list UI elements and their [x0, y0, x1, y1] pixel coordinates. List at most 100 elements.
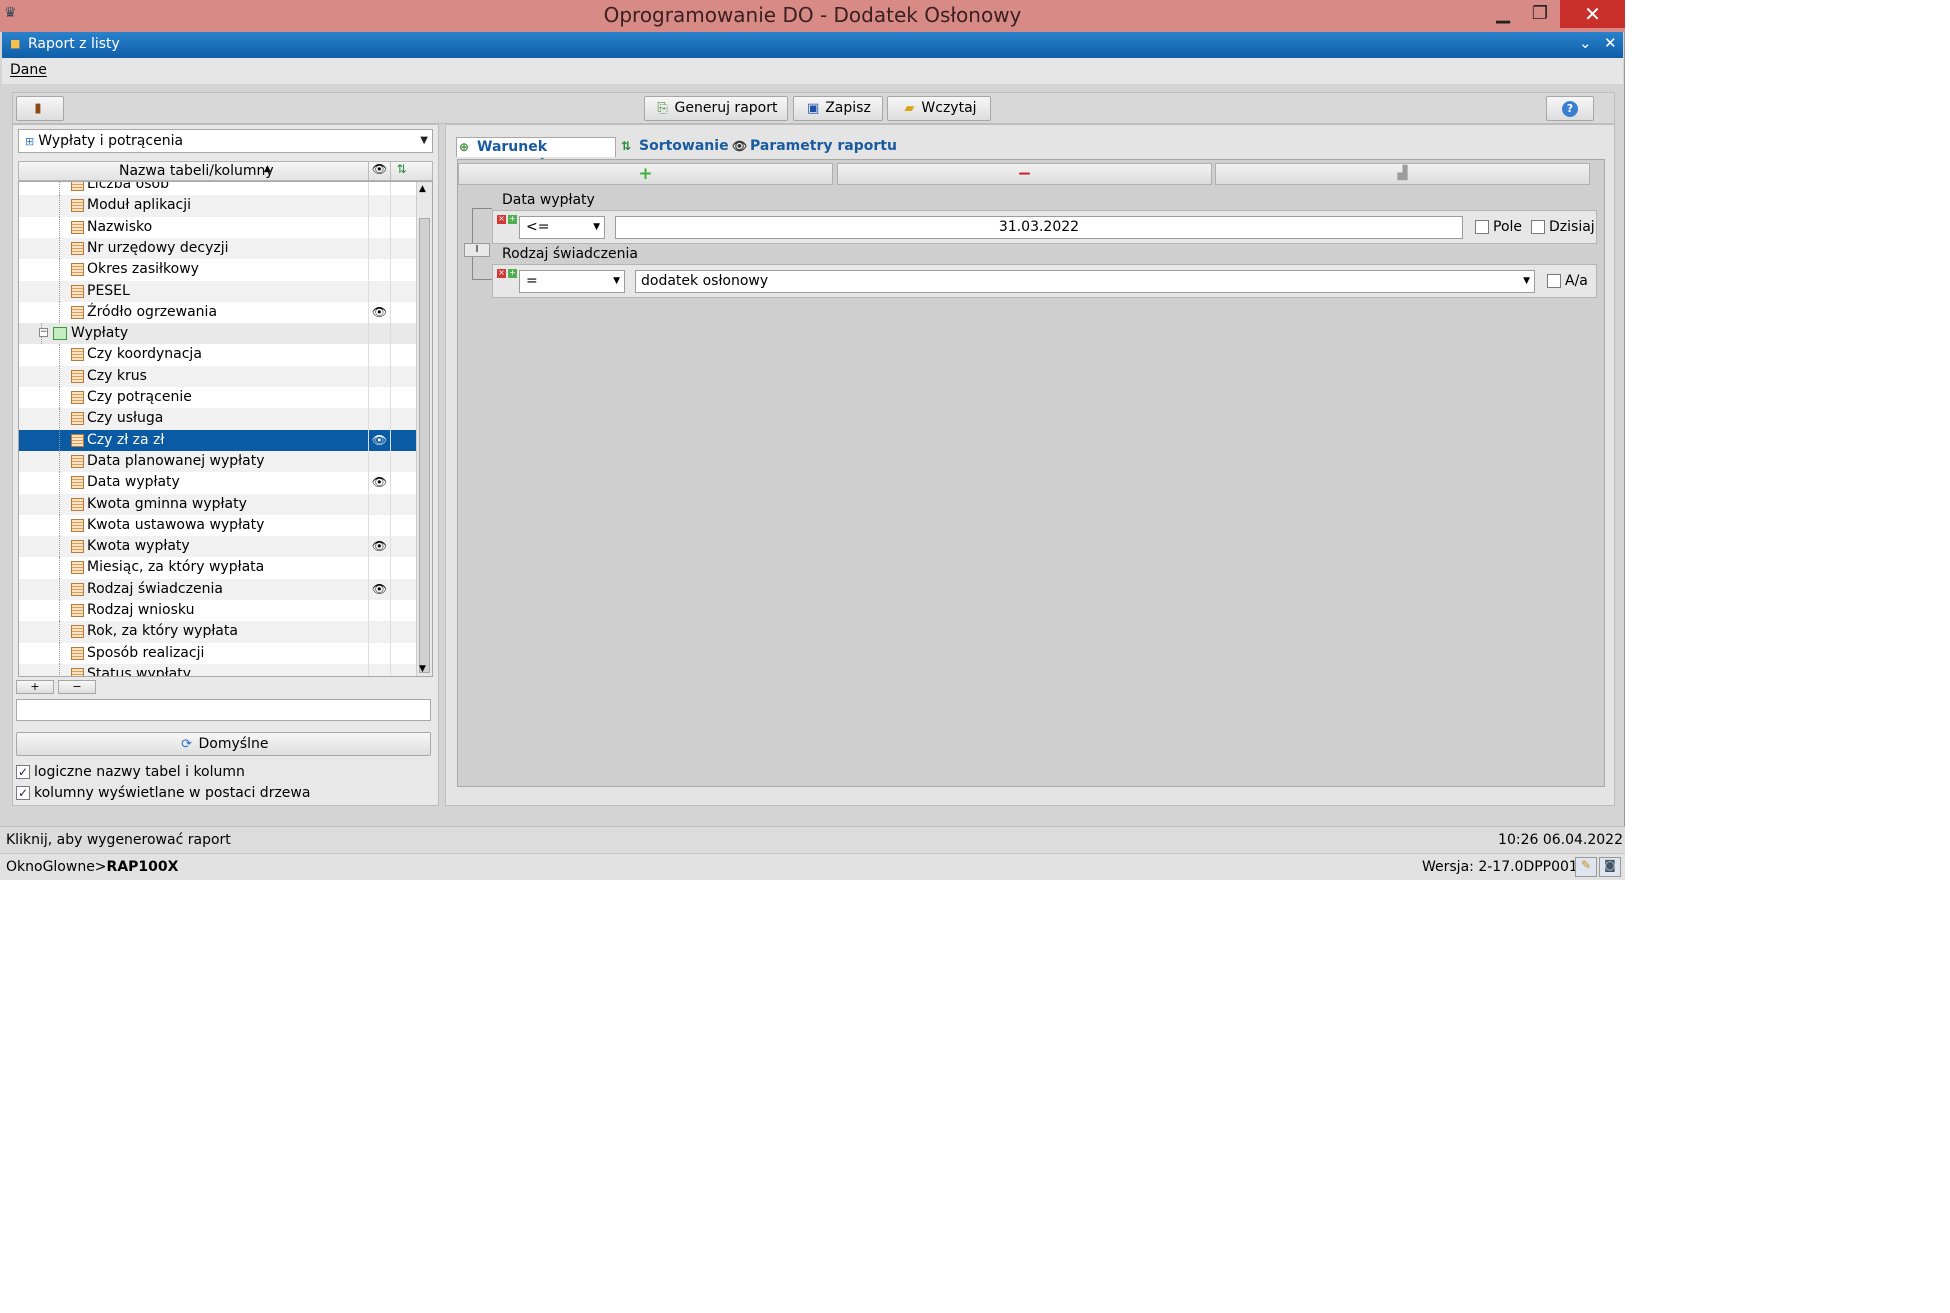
sort-order-cell[interactable] — [390, 259, 391, 281]
sort-order-cell[interactable] — [390, 536, 391, 558]
visibility-toggle[interactable] — [368, 344, 390, 366]
sort-order-cell[interactable] — [390, 600, 391, 622]
sort-order-cell[interactable] — [390, 365, 391, 387]
help-button[interactable]: ? — [1546, 96, 1594, 121]
visibility-toggle[interactable]: 👁 — [368, 472, 390, 494]
sort-order-cell[interactable] — [390, 280, 391, 302]
maximize-button[interactable]: ❐ — [1517, 0, 1563, 28]
tree-row[interactable]: Rodzaj wniosku — [19, 600, 416, 622]
sort-order-cell[interactable] — [390, 621, 391, 643]
sort-order-cell[interactable] — [390, 472, 391, 494]
visibility-toggle[interactable] — [368, 237, 390, 260]
visibility-toggle[interactable] — [368, 182, 390, 196]
logic-operator-button[interactable]: I — [464, 243, 490, 257]
collapse-icon[interactable]: ⌄ — [1579, 34, 1592, 52]
visibility-toggle[interactable] — [368, 323, 390, 345]
tree-row[interactable]: Kwota wypłaty 👁 — [19, 536, 416, 558]
sort-order-cell[interactable] — [390, 493, 391, 515]
default-button[interactable]: ⟳ Domyślne — [16, 732, 431, 756]
tree-row[interactable]: Czy koordynacja — [19, 344, 416, 366]
visibility-toggle[interactable] — [368, 642, 390, 664]
sort-order-cell[interactable] — [390, 557, 391, 579]
close-button[interactable]: ✕ — [1560, 0, 1625, 28]
visibility-toggle[interactable] — [368, 600, 390, 622]
tree-row[interactable]: Moduł aplikacji — [19, 195, 416, 217]
condition1-operator-select[interactable]: <= ▼ — [519, 216, 605, 239]
columns-tree[interactable]: Liczba osób Moduł aplikacji Nazwisko Nr urz… — [18, 181, 433, 677]
remove-condition-button[interactable]: − — [837, 163, 1212, 185]
tree-row[interactable]: Czy potrącenie — [19, 387, 416, 409]
visibility-toggle[interactable]: 👁 — [368, 578, 390, 600]
logical-names-checkbox[interactable]: ✓ — [16, 765, 30, 779]
expand-all-button[interactable]: + — [16, 680, 54, 694]
tree-row[interactable]: Miesiąc, za który wypłata — [19, 557, 416, 579]
sort-order-cell[interactable] — [390, 344, 391, 366]
sort-order-cell[interactable] — [390, 642, 391, 664]
column-name-header[interactable]: Nazwa tabeli/kolumny — [119, 163, 274, 179]
add-condition-button[interactable]: + — [458, 163, 833, 185]
tree-row[interactable]: Nazwisko — [19, 216, 416, 238]
tree-row[interactable]: Sposób realizacji — [19, 642, 416, 664]
tree-row[interactable]: Okres zasiłkowy — [19, 259, 416, 281]
sort-order-column-icon[interactable]: ⇅ — [390, 162, 412, 180]
tree-group-row[interactable]: − Wypłaty — [19, 323, 416, 345]
visibility-toggle[interactable] — [368, 195, 390, 217]
tree-columns-checkbox[interactable]: ✓ — [16, 786, 30, 800]
visibility-toggle[interactable] — [368, 387, 390, 409]
sort-order-cell[interactable] — [390, 323, 391, 345]
sort-order-cell[interactable] — [390, 408, 391, 430]
condition2-add-icon[interactable]: + — [508, 269, 517, 278]
condition1-field-checkbox[interactable] — [1475, 220, 1489, 234]
tree-row[interactable]: Kwota ustawowa wypłaty — [19, 514, 416, 537]
tree-row[interactable]: Data wypłaty 👁 — [19, 472, 416, 494]
exit-door-button[interactable]: ▮ — [16, 96, 64, 121]
visibility-toggle[interactable]: 👁 — [368, 301, 390, 324]
camera-icon[interactable]: ◙ — [1599, 857, 1621, 877]
tree-row[interactable]: Czy zł za zł 👁 — [19, 429, 416, 451]
tree-row[interactable]: Czy usługa — [19, 408, 416, 430]
visibility-toggle[interactable] — [368, 514, 390, 537]
visibility-toggle[interactable] — [368, 621, 390, 643]
visibility-toggle[interactable] — [368, 259, 390, 281]
data-source-select[interactable]: ⊞ Wypłaty i potrącenia ▼ — [18, 129, 433, 153]
collapse-all-button[interactable]: − — [58, 680, 96, 694]
tree-row[interactable]: Rodzaj świadczenia 👁 — [19, 578, 416, 600]
condition2-operator-select[interactable]: = ▼ — [519, 270, 625, 293]
condition2-delete-icon[interactable]: × — [497, 269, 506, 278]
sort-order-cell[interactable] — [390, 387, 391, 409]
sort-order-cell[interactable] — [390, 514, 391, 537]
sort-order-cell[interactable] — [390, 450, 391, 473]
visibility-toggle[interactable] — [368, 493, 390, 515]
sort-order-cell[interactable] — [390, 301, 391, 324]
group-condition-button[interactable]: ▟ — [1215, 163, 1590, 185]
visibility-toggle[interactable] — [368, 280, 390, 302]
scroll-up-icon[interactable]: ▲ — [419, 184, 426, 194]
condition1-value-input[interactable]: 31.03.2022 — [615, 216, 1463, 239]
tab-query-condition[interactable]: ⊕Warunek zapytania — [456, 137, 616, 173]
visibility-toggle[interactable] — [368, 557, 390, 579]
scroll-down-icon[interactable]: ▼ — [419, 664, 426, 674]
condition2-value-select[interactable]: dodatek osłonowy ▼ — [635, 270, 1535, 293]
scroll-thumb[interactable] — [419, 218, 430, 673]
tree-row[interactable]: Kwota gminna wypłaty — [19, 493, 416, 515]
tools-icon[interactable]: ✎ — [1575, 857, 1597, 877]
tree-scrollbar[interactable]: ▲ ▼ — [416, 182, 432, 676]
menu-item-dane[interactable]: Dane — [10, 62, 47, 78]
sort-order-cell[interactable] — [390, 429, 391, 451]
sort-order-cell[interactable] — [390, 195, 391, 217]
visibility-column-icon[interactable]: 👁 — [368, 162, 390, 180]
subwindow-close-icon[interactable]: ✕ — [1604, 34, 1617, 52]
condition1-today-checkbox[interactable] — [1531, 220, 1545, 234]
tree-row[interactable]: Rok, za który wypłata — [19, 621, 416, 643]
visibility-toggle[interactable] — [368, 365, 390, 387]
tree-row[interactable]: Czy krus — [19, 365, 416, 387]
sort-order-cell[interactable] — [390, 663, 391, 676]
tree-row[interactable]: PESEL — [19, 280, 416, 302]
condition1-delete-icon[interactable]: × — [497, 215, 506, 224]
sort-order-cell[interactable] — [390, 216, 391, 238]
visibility-toggle[interactable] — [368, 216, 390, 238]
tree-row[interactable]: Status wypłaty — [19, 663, 416, 676]
tree-row[interactable]: Źródło ogrzewania 👁 — [19, 301, 416, 324]
tree-row[interactable]: Data planowanej wypłaty — [19, 450, 416, 473]
condition1-add-icon[interactable]: + — [508, 215, 517, 224]
